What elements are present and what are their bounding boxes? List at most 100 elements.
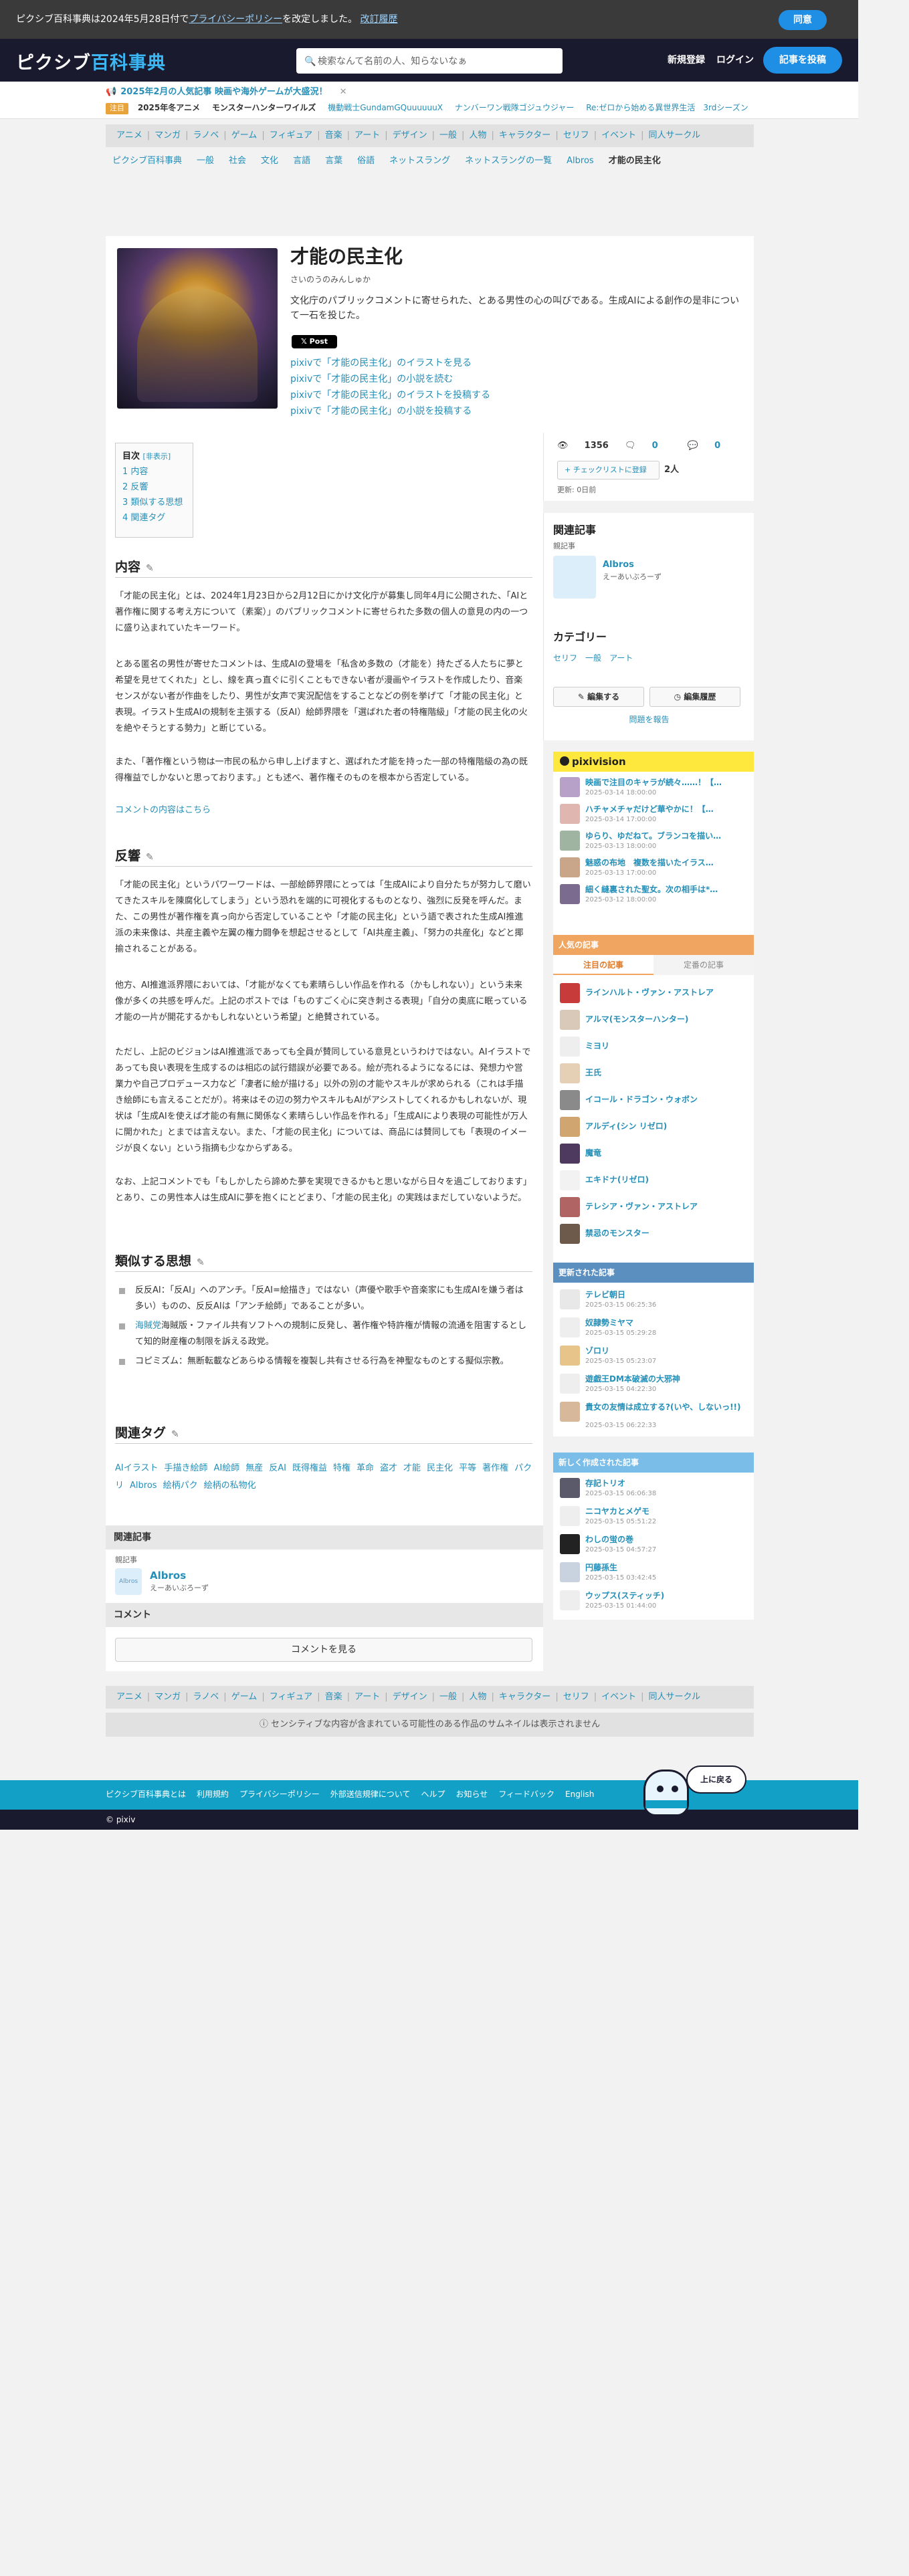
item-title[interactable]: ハチャメチャだけど華やかに！【… <box>585 803 752 815</box>
pencil-icon[interactable]: ✎ <box>146 563 154 574</box>
list-item[interactable]: 存記トリオ 2025-03-15 06:06:38 <box>560 1477 747 1499</box>
breadcrumb-item[interactable]: 言葉 <box>325 156 342 166</box>
pixiv-link[interactable]: pixivで「才能の民主化」の小説を投稿する <box>290 406 472 417</box>
trending-item[interactable]: ナンバーワン戦隊ゴジュウジャー <box>455 103 575 112</box>
related-article[interactable]: 親記事 Albros Albros えーあいぶろーず <box>115 1555 523 1595</box>
category-link[interactable]: キャラクター <box>499 130 550 140</box>
report-link[interactable]: 問題を報告 <box>544 714 754 726</box>
category-link[interactable]: アート <box>355 1692 380 1702</box>
category-link[interactable]: マンガ <box>155 1692 181 1702</box>
item-title[interactable]: ゾロリ <box>585 1345 752 1357</box>
list-item[interactable]: 魅惑の布地 複数を描いたイラス… 2025-03-13 17:00:00 <box>560 856 747 879</box>
breadcrumb-item[interactable]: 一般 <box>197 156 214 166</box>
list-item[interactable]: 細く縫裏された聖女。次の相手は*… 2025-03-12 18:00:00 <box>560 883 747 905</box>
category-link[interactable]: 一般 <box>439 1692 457 1702</box>
toc-item[interactable]: 4 関連タグ <box>122 513 165 523</box>
list-item[interactable]: わしの蛍の巻 2025-03-15 04:57:27 <box>560 1533 747 1555</box>
category-link[interactable]: デザイン <box>393 1692 427 1702</box>
list-item[interactable]: アルディ(シン リゼロ) <box>560 1115 747 1138</box>
toc-hide-toggle[interactable]: [非表示] <box>143 452 171 461</box>
category-link[interactable]: 音楽 <box>325 1692 342 1702</box>
category-link[interactable]: ラノベ <box>193 1692 219 1702</box>
related-name[interactable]: Albros <box>150 1568 186 1584</box>
footer-link[interactable]: 利用規約 <box>197 1790 229 1799</box>
footer-link[interactable]: お知らせ <box>456 1790 488 1799</box>
pencil-icon[interactable]: ✎ <box>197 1257 205 1268</box>
list-item[interactable]: テレビ朝日 2025-03-15 06:25:36 <box>560 1288 747 1311</box>
item-title[interactable]: ニコヤカとメゲモ <box>585 1505 752 1517</box>
search-input[interactable]: 検索なんて名前の人、知らないなぁ <box>318 55 467 69</box>
x-post-button[interactable]: 𝕏 Post <box>292 335 337 348</box>
item-title[interactable]: テレシア・ヴァン・アストレア <box>585 1200 752 1212</box>
list-item[interactable]: アルマ(モンスターハンター) <box>560 1008 747 1031</box>
footer-link[interactable]: English <box>565 1790 594 1799</box>
footer-link[interactable]: フィードバック <box>498 1790 554 1799</box>
list-item[interactable]: ゆらり、ゆだねて。ブランコを描い… 2025-03-13 18:00:00 <box>560 829 747 852</box>
tag-link[interactable]: 反AI <box>269 1463 286 1473</box>
item-title[interactable]: 遊戯王DM本破滅の大邪神 <box>585 1373 752 1385</box>
comment-content-link[interactable]: コメントの内容はこちら <box>115 805 211 815</box>
site-logo[interactable]: ピクシブ百科事典 <box>16 50 166 78</box>
breadcrumb-item[interactable]: ピクシブ百科事典 <box>112 156 182 166</box>
privacy-policy-link[interactable]: プライバシーポリシー <box>189 14 282 25</box>
tag-link[interactable]: 盗才 <box>380 1463 397 1473</box>
item-title[interactable]: ミヨリ <box>585 1040 752 1052</box>
breadcrumb-item[interactable]: 言語 <box>293 156 310 166</box>
trending-item[interactable]: 2025年冬アニメ <box>138 103 200 112</box>
category-link[interactable]: 人物 <box>469 1692 486 1702</box>
item-title[interactable]: 映画で注目のキャラが続々……！【… <box>585 776 752 788</box>
tag-link[interactable]: 無産 <box>245 1463 263 1473</box>
item-title[interactable]: 魅惑の布地 複数を描いたイラス… <box>585 857 752 869</box>
category-link[interactable]: ゲーム <box>231 1692 258 1702</box>
item-title[interactable]: テレビ朝日 <box>585 1289 752 1301</box>
category-link[interactable]: 人物 <box>469 130 486 140</box>
tag-link[interactable]: 特権 <box>333 1463 350 1473</box>
list-item[interactable]: 禁忌のモンスター <box>560 1222 747 1245</box>
mascot-robot-icon[interactable] <box>637 1757 697 1824</box>
tag-link[interactable]: 革命 <box>357 1463 374 1473</box>
list-item[interactable]: 魔竜 <box>560 1142 747 1165</box>
breadcrumb-item[interactable]: ネットスラングの一覧 <box>465 156 552 166</box>
category-link[interactable]: アニメ <box>116 1692 142 1702</box>
trending-item[interactable]: モンスターハンターワイルズ <box>212 103 316 112</box>
pixivision-header[interactable]: pixivision <box>553 752 754 772</box>
item-title[interactable]: アルディ(シン リゼロ) <box>585 1120 752 1132</box>
pencil-icon[interactable]: ✎ <box>146 852 154 863</box>
view-comments-button[interactable]: コメントを見る <box>115 1638 532 1662</box>
history-button[interactable]: ◷ 編集履歴 <box>649 687 740 707</box>
list-item[interactable]: イコール・ドラゴン・ウォボン <box>560 1089 747 1111</box>
list-item[interactable]: ウップス(スティッチ) 2025-03-15 01:44:00 <box>560 1589 747 1612</box>
post-article-button[interactable]: 記事を投稿 <box>763 47 842 74</box>
pixiv-link[interactable]: pixivで「才能の民主化」のイラストを見る <box>290 358 472 368</box>
tab-standard[interactable]: 定番の記事 <box>653 955 754 975</box>
list-item[interactable]: 円藤孫生 2025-03-15 03:42:45 <box>560 1561 747 1584</box>
login-link[interactable]: ログイン <box>716 53 754 68</box>
item-title[interactable]: エキドナ(リゼロ) <box>585 1174 752 1186</box>
category-link[interactable]: 同人サークル <box>649 1692 701 1702</box>
agree-button[interactable]: 同意 <box>779 10 827 30</box>
category-link[interactable]: ゲーム <box>231 130 258 140</box>
article-thumbnail[interactable] <box>117 248 278 409</box>
category-link[interactable]: マンガ <box>155 130 181 140</box>
item-title[interactable]: 奴隷勢ミヤマ <box>585 1317 752 1329</box>
category-item[interactable]: 一般 <box>585 653 601 663</box>
item-title[interactable]: イコール・ドラゴン・ウォボン <box>585 1093 752 1105</box>
reply-stat[interactable]: 💬 0 <box>688 441 734 451</box>
breadcrumb-item[interactable]: 文化 <box>261 156 278 166</box>
tag-link[interactable]: 絵柄の私物化 <box>204 1481 256 1491</box>
toc-item[interactable]: 3 類似する思想 <box>122 498 183 508</box>
list-item[interactable]: ニコヤカとメゲモ 2025-03-15 05:51:22 <box>560 1505 747 1527</box>
tag-link[interactable]: AI絵師 <box>213 1463 239 1473</box>
pencil-icon[interactable]: ✎ <box>171 1429 179 1440</box>
item-title[interactable]: 魔竜 <box>585 1147 752 1159</box>
category-link[interactable]: ラノベ <box>193 130 219 140</box>
item-title[interactable]: 王氏 <box>585 1067 752 1079</box>
edit-button[interactable]: ✎ 編集する <box>553 687 644 707</box>
news-headline[interactable]: 📢 2025年2月の人気記事 映画や海外ゲームが大盛況！ ✕ <box>106 86 346 99</box>
category-link[interactable]: アート <box>355 130 380 140</box>
footer-link[interactable]: ピクシブ百科事典とは <box>106 1790 186 1799</box>
category-link[interactable]: フィギュア <box>270 1692 312 1702</box>
toc-item[interactable]: 2 反響 <box>122 482 148 492</box>
breadcrumb-item[interactable]: 社会 <box>229 156 246 166</box>
breadcrumb-item[interactable]: 俗語 <box>357 156 375 166</box>
